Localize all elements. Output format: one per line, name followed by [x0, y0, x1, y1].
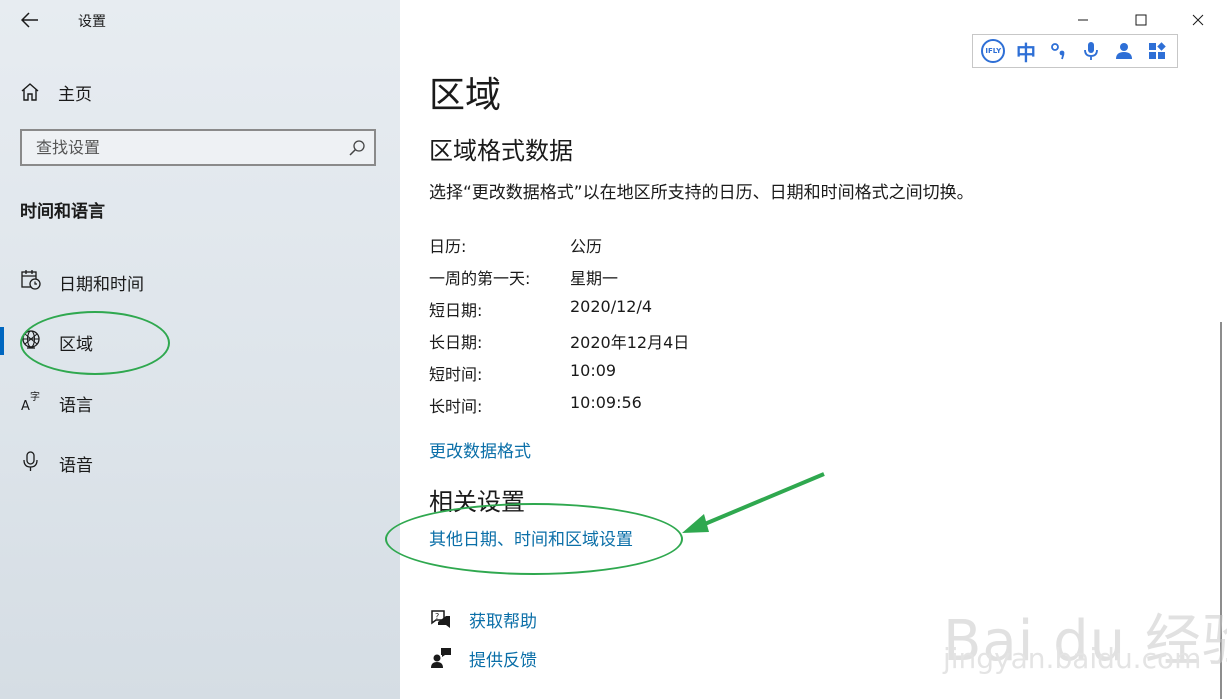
format-value: 2020/12/4	[570, 297, 653, 316]
search-icon	[349, 140, 365, 156]
format-key: 长时间:	[429, 397, 483, 416]
punctuation-button[interactable]	[1046, 38, 1072, 64]
format-key: 一周的第一天:	[429, 269, 531, 288]
svg-text:字: 字	[30, 390, 40, 403]
page-title: 区域	[429, 75, 502, 116]
change-format-link[interactable]: 更改数据格式	[429, 437, 531, 462]
user-button[interactable]	[1111, 38, 1137, 64]
format-key: 短日期:	[429, 301, 483, 320]
sidebar-item-label: 语言	[59, 396, 93, 416]
ifly-logo-button[interactable]: IFLY	[980, 38, 1006, 64]
ime-toolbar: IFLY 中	[972, 34, 1178, 68]
globe-icon	[22, 330, 40, 349]
sidebar-item-language[interactable]: A 字 语言	[0, 384, 400, 420]
sidebar-item-home[interactable]: 主页	[20, 78, 92, 106]
format-key: 短时间:	[429, 365, 483, 384]
sidebar-section-title: 时间和语言	[20, 202, 105, 222]
microphone-icon	[23, 451, 38, 471]
calendar-clock-icon	[21, 270, 41, 290]
back-button[interactable]	[14, 6, 46, 34]
help-chat-icon: ?	[429, 607, 453, 631]
format-value: 星期一	[570, 269, 619, 288]
microphone-icon	[1084, 42, 1099, 60]
active-indicator	[0, 327, 4, 355]
language-icon: A 字	[21, 390, 40, 412]
get-help-link[interactable]: 获取帮助	[469, 607, 537, 632]
apps-icon	[1148, 42, 1166, 59]
baidu-watermark: Bai du 经验 jingyan.baidu.com	[943, 572, 1227, 696]
feedback-icon	[429, 646, 453, 670]
home-icon	[21, 83, 39, 101]
app-title: 设置	[78, 14, 106, 30]
sidebar-item-label: 区域	[59, 335, 93, 355]
close-icon	[1192, 14, 1204, 26]
watermark-subtext: jingyan.baidu.com	[943, 642, 1202, 675]
format-value: 2020年12月4日	[570, 333, 690, 352]
sidebar-item-region[interactable]: 区域	[0, 323, 400, 359]
minimize-icon	[1078, 19, 1088, 21]
voice-input-button[interactable]	[1078, 38, 1104, 64]
ime-mode-button[interactable]: 中	[1013, 38, 1039, 65]
format-value: 公历	[570, 237, 603, 256]
search-input[interactable]	[22, 131, 336, 164]
format-key: 长日期:	[429, 333, 483, 352]
format-key: 日历:	[429, 237, 467, 256]
sidebar-item-speech[interactable]: 语音	[0, 444, 400, 480]
sidebar-item-home-label: 主页	[58, 84, 92, 105]
sidebar-item-label: 日期和时间	[59, 275, 144, 295]
description-text: 选择“更改数据格式”以在地区所支持的日历、日期和时间格式之间切换。	[429, 183, 974, 203]
give-feedback-link[interactable]: 提供反馈	[469, 646, 537, 671]
sidebar-item-date-time[interactable]: 日期和时间	[0, 263, 400, 299]
apps-button[interactable]	[1144, 38, 1170, 64]
main-content: IFLY 中 区域 区域格式数据 选择“更改数据格式”以在地区所支持的日历、日期…	[385, 0, 1227, 699]
give-feedback-row[interactable]: 提供反馈	[429, 643, 537, 673]
svg-text:A: A	[21, 399, 30, 412]
ifly-logo: IFLY	[981, 39, 1006, 63]
svg-text:?: ?	[435, 612, 439, 621]
user-icon	[1115, 43, 1132, 59]
back-arrow-icon	[21, 12, 38, 28]
maximize-icon	[1135, 14, 1147, 26]
close-button[interactable]	[1170, 0, 1226, 40]
search-box[interactable]	[20, 129, 376, 166]
ime-mode-label: 中	[1015, 40, 1036, 65]
sidebar-item-label: 语音	[59, 456, 93, 476]
additional-date-time-region-settings-link[interactable]: 其他日期、时间和区域设置	[429, 525, 633, 550]
watermark-text: Bai du 经验	[943, 609, 1227, 674]
format-value: 10:09:56	[570, 393, 642, 412]
scrollbar[interactable]	[1220, 322, 1222, 699]
section-title-related-settings: 相关设置	[429, 488, 525, 516]
section-title-regional-format: 区域格式数据	[429, 137, 573, 165]
get-help-row[interactable]: ? 获取帮助	[429, 604, 537, 634]
format-value: 10:09	[570, 361, 617, 380]
punctuation-icon	[1050, 43, 1065, 60]
sidebar: 设置 主页 时间和语言 日期和时间 区域	[0, 0, 400, 699]
